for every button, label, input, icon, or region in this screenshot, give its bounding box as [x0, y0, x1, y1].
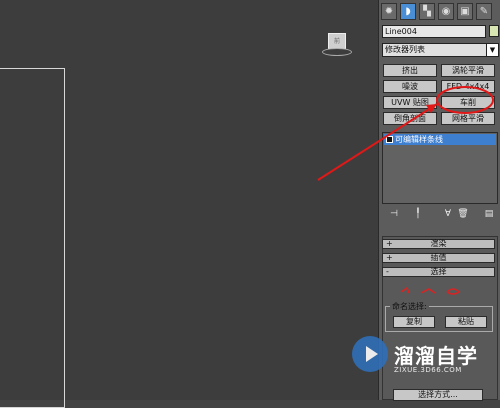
rollout-label: 插值: [430, 253, 447, 262]
remove-modifier-icon[interactable]: 🗑: [457, 208, 469, 220]
chevron-down-icon[interactable]: ▼: [486, 44, 498, 56]
utilities-icon[interactable]: ✎: [476, 3, 492, 20]
modifier-list-label: 修改器列表: [385, 45, 425, 54]
rollout-sign: -: [386, 267, 389, 276]
light-bulb-icon[interactable]: [386, 136, 393, 143]
named-selections-label: 命名选择:: [390, 301, 429, 312]
paste-button[interactable]: 粘贴: [445, 316, 487, 328]
make-unique-icon[interactable]: ∀: [442, 208, 454, 220]
object-color-swatch[interactable]: [489, 25, 499, 37]
extrude-button[interactable]: 挤出: [383, 64, 437, 77]
viewcube[interactable]: 前: [322, 30, 352, 56]
pin-stack-icon[interactable]: ⊣: [388, 208, 400, 220]
watermark: 溜溜自学 ZIXUE.3D66.COM: [352, 336, 492, 386]
viewcube-box[interactable]: 前: [328, 33, 346, 49]
rollout-interpolation[interactable]: + 插值: [382, 253, 495, 263]
show-end-result-icon[interactable]: ╿: [412, 208, 424, 220]
stack-item-label: 可编辑样条线: [395, 135, 443, 144]
lathe-button[interactable]: 车削: [441, 96, 495, 109]
selection-level-icons[interactable]: [399, 284, 469, 298]
rollout-label: 选择: [430, 267, 447, 276]
motion-icon[interactable]: ◉: [438, 3, 454, 20]
configure-sets-icon[interactable]: ▤: [483, 208, 495, 220]
stack-toolbar: ⊣ ╿ ∀ 🗑 ▤: [382, 206, 498, 222]
modifier-stack[interactable]: 可编辑样条线: [382, 132, 498, 204]
viewport[interactable]: 前: [0, 0, 378, 408]
rollout-rendering[interactable]: + 渲染: [382, 239, 495, 249]
watermark-title: 溜溜自学: [394, 344, 478, 368]
viewport-frame: [0, 68, 65, 408]
select-by-button[interactable]: 选择方式...: [393, 389, 483, 401]
play-logo-icon: [352, 336, 388, 372]
rollout-label: 渲染: [430, 239, 447, 248]
bevel-profile-button[interactable]: 倒角剖面: [383, 112, 437, 125]
object-name-field[interactable]: Line004: [382, 25, 486, 38]
copy-button[interactable]: 复制: [393, 316, 435, 328]
modify-icon[interactable]: ◗: [400, 3, 416, 20]
hierarchy-icon[interactable]: ▚: [419, 3, 435, 20]
viewcube-ring[interactable]: [322, 48, 352, 56]
command-panel-tabs: ✹ ◗ ▚ ◉ ▣ ✎: [381, 2, 499, 22]
watermark-url: ZIXUE.3D66.COM: [394, 366, 462, 374]
rollout-selection[interactable]: - 选择: [382, 267, 495, 277]
meshsmooth-button[interactable]: 网格平滑: [441, 112, 495, 125]
ffd-button[interactable]: FFD 4x4x4: [441, 80, 495, 93]
uvw-map-button[interactable]: UVW 贴图: [383, 96, 437, 109]
sun-icon[interactable]: ✹: [381, 3, 397, 20]
rollout-sign: +: [386, 239, 393, 248]
stack-item-editable-spline[interactable]: 可编辑样条线: [384, 134, 496, 145]
turbosmooth-button[interactable]: 涡轮平滑: [441, 64, 495, 77]
noise-button[interactable]: 噪波: [383, 80, 437, 93]
rollout-sign: +: [386, 253, 393, 262]
display-icon[interactable]: ▣: [457, 3, 473, 20]
modifier-list-dropdown[interactable]: 修改器列表 ▼: [382, 43, 499, 57]
